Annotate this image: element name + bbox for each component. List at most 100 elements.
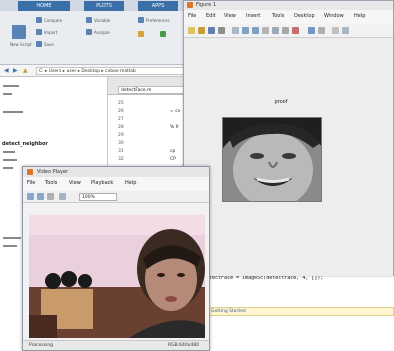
menu-file[interactable]: File — [188, 13, 196, 19]
menu-edit[interactable]: Edit — [206, 13, 216, 19]
variable-icon[interactable] — [86, 17, 92, 23]
workspace-row[interactable] — [3, 167, 13, 169]
nav-back-icon[interactable]: ◀ — [4, 67, 9, 74]
video-menubar: File Tools View Playback Help — [23, 177, 209, 191]
nav-forward-icon[interactable]: ▶ — [13, 67, 18, 74]
menu-insert[interactable]: Insert — [246, 13, 260, 19]
menu-help[interactable]: Help — [354, 13, 365, 19]
line-number: 26 — [118, 109, 124, 114]
ribbon-label-import[interactable]: Import — [44, 30, 57, 35]
figure-toolbar — [184, 24, 393, 38]
folder-row[interactable] — [3, 93, 12, 95]
menu-desktop[interactable]: Desktop — [294, 13, 315, 19]
matlab-logo-icon — [187, 2, 193, 8]
tab-home[interactable]: HOME — [18, 1, 70, 11]
code-text[interactable]: % fr — [170, 125, 179, 130]
current-folder-path[interactable]: C: ▸ Users ▸ user ▸ Desktop ▸ cvbox-matl… — [36, 67, 186, 75]
folder-row[interactable] — [3, 111, 23, 113]
video-player-titlebar[interactable]: Video Player — [23, 167, 209, 177]
legend-icon[interactable] — [318, 27, 325, 34]
menu-view[interactable]: View — [224, 13, 236, 19]
workspace-label: detect_neighbor — [2, 141, 48, 147]
video-menu-file[interactable]: File — [27, 180, 35, 186]
save-icon[interactable] — [208, 27, 215, 34]
video-player-icon — [27, 169, 33, 175]
figure-canvas[interactable]: proof — [184, 38, 393, 276]
line-number: 32 — [118, 157, 124, 162]
workspace-row[interactable] — [3, 151, 15, 153]
video-resolution-text: RGB:640x480 — [167, 343, 199, 348]
compare-icon[interactable] — [36, 17, 42, 23]
fit-window-icon[interactable] — [59, 193, 66, 200]
print-icon[interactable] — [218, 27, 225, 34]
video-frame — [29, 215, 205, 338]
brush-icon[interactable] — [292, 27, 299, 34]
video-menu-playback[interactable]: Playback — [91, 180, 113, 186]
video-menu-view[interactable]: View — [69, 180, 81, 186]
line-number: 30 — [118, 141, 124, 146]
editor-header: detectFace.m — [108, 77, 188, 95]
data-cursor-icon[interactable] — [282, 27, 289, 34]
workspace-row[interactable] — [3, 245, 17, 247]
new-script-icon[interactable] — [12, 25, 26, 39]
save-workspace-icon[interactable] — [36, 41, 42, 47]
video-toolbar: 100% — [23, 191, 209, 203]
getting-started-link[interactable]: Getting Started — [206, 307, 394, 316]
video-zoom-select[interactable]: 100% — [79, 193, 117, 201]
ribbon-label-compare[interactable]: Compare — [44, 18, 62, 23]
pan-icon[interactable] — [262, 27, 269, 34]
face-image-caption: proof — [274, 99, 288, 105]
folder-row[interactable] — [3, 85, 19, 87]
colorbar-icon[interactable] — [308, 27, 315, 34]
face-photo — [223, 118, 321, 201]
workspace-row[interactable] — [3, 237, 21, 239]
video-player-window: Video Player File Tools View Playback He… — [22, 166, 210, 351]
webcam-frame-image — [29, 215, 205, 338]
detected-face-image — [222, 117, 322, 202]
rotate-icon[interactable] — [272, 27, 279, 34]
video-statusbar: Processing RGB:640x480 — [23, 340, 209, 350]
show-plot-tools-icon[interactable] — [342, 27, 349, 34]
tab-plots[interactable]: PLOTS — [84, 1, 124, 11]
workspace-row[interactable] — [3, 159, 17, 161]
menu-window[interactable]: Window — [324, 13, 344, 19]
ribbon-label-analyze[interactable]: Analyze — [94, 30, 110, 35]
ribbon-misc-icon[interactable] — [138, 31, 144, 37]
import-icon[interactable] — [36, 29, 42, 35]
figure-menubar: File Edit View Insert Tools Desktop Wind… — [184, 10, 393, 24]
ribbon-label-variable[interactable]: Variable — [94, 18, 110, 23]
code-text[interactable]: = cv — [170, 109, 180, 114]
line-number: 28 — [118, 125, 124, 130]
zoom-in-icon[interactable] — [27, 193, 34, 200]
video-player-title: Video Player — [37, 169, 69, 175]
select-icon[interactable] — [232, 27, 239, 34]
video-status-text: Processing — [29, 343, 54, 348]
new-figure-icon[interactable] — [188, 27, 195, 34]
code-text[interactable]: CP — [170, 157, 176, 162]
video-menu-help[interactable]: Help — [125, 180, 136, 186]
ribbon-misc-icon-2[interactable] — [160, 31, 166, 37]
folder-up-icon[interactable]: ▲ — [23, 67, 28, 74]
ribbon-label-new-script: New Script — [10, 42, 32, 47]
pan-icon[interactable] — [47, 193, 54, 200]
line-number: 25 — [118, 101, 124, 106]
figure-titlebar[interactable]: Figure 1 — [184, 1, 393, 10]
tab-apps[interactable]: APPS — [138, 1, 178, 11]
zoom-out-icon[interactable] — [37, 193, 44, 200]
menu-tools[interactable]: Tools — [272, 13, 284, 19]
zoom-out-icon[interactable] — [252, 27, 259, 34]
editor-tab[interactable]: detectFace.m — [118, 86, 184, 94]
video-menu-tools[interactable]: Tools — [45, 180, 57, 186]
zoom-in-icon[interactable] — [242, 27, 249, 34]
preferences-icon[interactable] — [138, 17, 144, 23]
ribbon-label-preferences[interactable]: Preferences — [146, 18, 170, 23]
analyze-icon[interactable] — [86, 29, 92, 35]
ribbon-label-save[interactable]: Save — [44, 42, 54, 47]
figure-title: Figure 1 — [196, 2, 217, 8]
line-number: 27 — [118, 117, 124, 122]
code-text[interactable]: cp — [170, 149, 175, 154]
hide-plot-tools-icon[interactable] — [332, 27, 339, 34]
open-icon[interactable] — [198, 27, 205, 34]
line-number: 29 — [118, 133, 124, 138]
line-number: 31 — [118, 149, 124, 154]
